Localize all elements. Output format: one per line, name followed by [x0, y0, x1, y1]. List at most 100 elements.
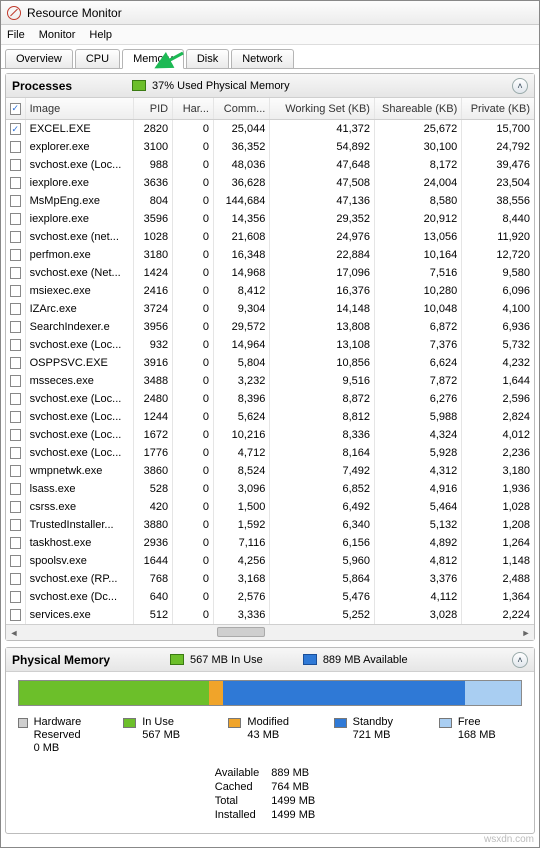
row-checkbox[interactable] — [6, 498, 26, 516]
row-checkbox[interactable] — [6, 210, 26, 228]
checkbox-icon[interactable]: ✓ — [10, 103, 21, 115]
row-checkbox[interactable] — [6, 516, 26, 534]
row-checkbox[interactable] — [6, 552, 26, 570]
table-row[interactable]: SearchIndexer.e3956029,57213,8086,8726,9… — [6, 318, 534, 336]
row-checkbox[interactable] — [6, 606, 26, 624]
table-row[interactable]: OSPPSVC.EXE391605,80410,8566,6244,232 — [6, 354, 534, 372]
checkbox-icon[interactable] — [10, 195, 21, 207]
collapse-button[interactable]: ˄ — [512, 78, 528, 94]
table-row[interactable]: svchost.exe (Loc...177604,7128,1645,9282… — [6, 444, 534, 462]
row-checkbox[interactable] — [6, 372, 26, 390]
table-row[interactable]: iexplore.exe3636036,62847,50824,00423,50… — [6, 174, 534, 192]
checkbox-icon[interactable] — [10, 141, 21, 153]
checkbox-icon[interactable] — [10, 465, 21, 477]
col-hard-faults[interactable]: Har... — [173, 98, 214, 119]
checkbox-icon[interactable] — [10, 393, 21, 405]
checkbox-icon[interactable]: ✓ — [10, 123, 21, 135]
col-commit[interactable]: Comm... — [214, 98, 270, 119]
scroll-right-icon[interactable]: ► — [518, 625, 534, 641]
checkbox-icon[interactable] — [10, 609, 21, 621]
horizontal-scrollbar[interactable]: ◄ ► — [6, 624, 534, 640]
table-row[interactable]: msseces.exe348803,2329,5167,8721,644 — [6, 372, 534, 390]
table-row[interactable]: svchost.exe (Loc...248008,3968,8726,2762… — [6, 390, 534, 408]
row-checkbox[interactable] — [6, 228, 26, 246]
tab-memory[interactable]: Memory — [122, 49, 184, 69]
row-checkbox[interactable] — [6, 336, 26, 354]
row-checkbox[interactable] — [6, 462, 26, 480]
row-checkbox[interactable] — [6, 408, 26, 426]
menu-file[interactable]: File — [7, 29, 25, 41]
table-row[interactable]: TrustedInstaller...388001,5926,3405,1321… — [6, 516, 534, 534]
row-checkbox[interactable] — [6, 354, 26, 372]
checkbox-icon[interactable] — [10, 375, 21, 387]
checkbox-icon[interactable] — [10, 573, 21, 585]
table-row[interactable]: msiexec.exe241608,41216,37610,2806,096 — [6, 282, 534, 300]
checkbox-icon[interactable] — [10, 267, 21, 279]
checkbox-icon[interactable] — [10, 591, 21, 603]
row-checkbox[interactable] — [6, 570, 26, 588]
row-checkbox[interactable] — [6, 282, 26, 300]
table-row[interactable]: svchost.exe (RP...76803,1685,8643,3762,4… — [6, 570, 534, 588]
row-checkbox[interactable] — [6, 318, 26, 336]
row-checkbox[interactable] — [6, 192, 26, 210]
col-private[interactable]: Private (KB) — [462, 98, 534, 119]
row-checkbox[interactable] — [6, 588, 26, 606]
row-checkbox[interactable] — [6, 138, 26, 156]
checkbox-icon[interactable] — [10, 285, 21, 297]
row-checkbox[interactable] — [6, 300, 26, 318]
table-row[interactable]: iexplore.exe3596014,35629,35220,9128,440 — [6, 210, 534, 228]
table-row[interactable]: wmpnetwk.exe386008,5247,4924,3123,180 — [6, 462, 534, 480]
checkbox-icon[interactable] — [10, 159, 21, 171]
checkbox-icon[interactable] — [10, 213, 21, 225]
table-row[interactable]: perfmon.exe3180016,34822,88410,16412,720 — [6, 246, 534, 264]
menu-help[interactable]: Help — [89, 29, 112, 41]
table-row[interactable]: svchost.exe (Loc...124405,6248,8125,9882… — [6, 408, 534, 426]
scroll-thumb[interactable] — [217, 627, 265, 637]
table-row[interactable]: svchost.exe (Loc...932014,96413,1087,376… — [6, 336, 534, 354]
row-checkbox[interactable] — [6, 444, 26, 462]
checkbox-icon[interactable] — [10, 429, 21, 441]
tab-network[interactable]: Network — [231, 49, 293, 68]
scroll-left-icon[interactable]: ◄ — [6, 625, 22, 641]
table-row[interactable]: explorer.exe3100036,35254,89230,10024,79… — [6, 138, 534, 156]
table-row[interactable]: csrss.exe42001,5006,4925,4641,028 — [6, 498, 534, 516]
row-checkbox[interactable] — [6, 156, 26, 174]
tab-cpu[interactable]: CPU — [75, 49, 120, 68]
col-working-set[interactable]: Working Set (KB) — [270, 98, 375, 119]
table-row[interactable]: taskhost.exe293607,1166,1564,8921,264 — [6, 534, 534, 552]
checkbox-icon[interactable] — [10, 537, 21, 549]
checkbox-icon[interactable] — [10, 501, 21, 513]
col-image[interactable]: Image — [26, 98, 135, 119]
row-checkbox[interactable] — [6, 174, 26, 192]
table-row[interactable]: spoolsv.exe164404,2565,9604,8121,148 — [6, 552, 534, 570]
checkbox-icon[interactable] — [10, 411, 21, 423]
physical-memory-header[interactable]: Physical Memory 567 MB In Use 889 MB Ava… — [6, 648, 534, 672]
col-pid[interactable]: PID — [134, 98, 173, 119]
menu-monitor[interactable]: Monitor — [39, 29, 76, 41]
table-row[interactable]: svchost.exe (Loc...1672010,2168,3364,324… — [6, 426, 534, 444]
table-row[interactable]: svchost.exe (Net...1424014,96817,0967,51… — [6, 264, 534, 282]
collapse-button[interactable]: ˄ — [512, 652, 528, 668]
processes-header[interactable]: Processes 37% Used Physical Memory ˄ — [6, 74, 534, 98]
table-row[interactable]: IZArc.exe372409,30414,14810,0484,100 — [6, 300, 534, 318]
row-checkbox[interactable] — [6, 480, 26, 498]
checkbox-icon[interactable] — [10, 339, 21, 351]
checkbox-icon[interactable] — [10, 483, 21, 495]
checkbox-icon[interactable] — [10, 321, 21, 333]
checkbox-icon[interactable] — [10, 555, 21, 567]
table-row[interactable]: svchost.exe (Loc...988048,03647,6488,172… — [6, 156, 534, 174]
table-row[interactable]: ✓EXCEL.EXE2820025,04441,37225,67215,700 — [6, 120, 534, 138]
checkbox-icon[interactable] — [10, 303, 21, 315]
row-checkbox[interactable] — [6, 426, 26, 444]
checkbox-icon[interactable] — [10, 447, 21, 459]
tab-disk[interactable]: Disk — [186, 49, 229, 68]
table-row[interactable]: lsass.exe52803,0966,8524,9161,936 — [6, 480, 534, 498]
checkbox-icon[interactable] — [10, 519, 21, 531]
table-row[interactable]: MsMpEng.exe8040144,68447,1368,58038,556 — [6, 192, 534, 210]
col-checkbox[interactable]: ✓ — [6, 98, 26, 119]
row-checkbox[interactable] — [6, 534, 26, 552]
checkbox-icon[interactable] — [10, 177, 21, 189]
row-checkbox[interactable] — [6, 246, 26, 264]
tab-overview[interactable]: Overview — [5, 49, 73, 68]
row-checkbox[interactable] — [6, 390, 26, 408]
